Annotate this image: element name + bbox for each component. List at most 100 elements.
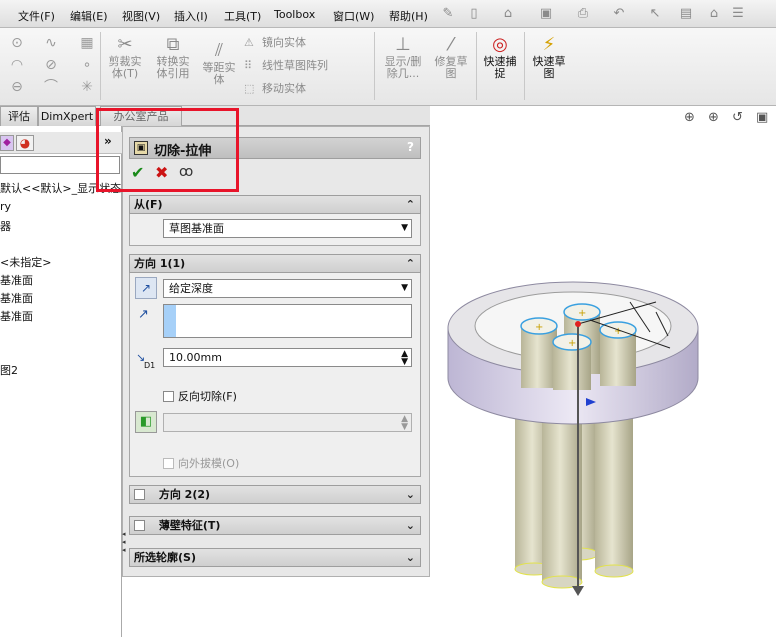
from-select[interactable]: 草图基准面 ▼: [163, 219, 412, 238]
collapse-icon[interactable]: ⌃: [406, 196, 415, 213]
draft-outward-checkbox[interactable]: 向外拔模(O): [163, 455, 239, 471]
star-icon[interactable]: ✳: [78, 78, 96, 96]
arc-icon[interactable]: ◠: [8, 56, 26, 74]
menu-edit[interactable]: 编辑(E): [70, 8, 108, 24]
select-icon[interactable]: ↖: [647, 6, 663, 22]
expand-icon[interactable]: ⌄: [406, 486, 415, 503]
menu-view[interactable]: 视图(V): [122, 8, 160, 24]
direction2-section-header[interactable]: 方向 2(2) ⌄: [129, 485, 421, 504]
rebuild-icon[interactable]: ▤: [678, 6, 694, 22]
spline-icon[interactable]: ∿: [42, 34, 60, 52]
collapse-icon[interactable]: ⌃: [406, 255, 415, 272]
spin-icon: ▲ ▼: [401, 414, 408, 432]
annotation-highlight-box: [96, 108, 239, 192]
tab-dimxpert[interactable]: DimXpert: [38, 106, 96, 126]
direction-vector-icon: ↗: [138, 307, 149, 322]
thin-feature-section-header[interactable]: 薄壁特征(T) ⌄: [129, 516, 421, 535]
expand-icon[interactable]: ⌄: [406, 517, 415, 534]
graphics-viewport[interactable]: ⊕ ⊕ ↺ ▣ + + + +: [430, 106, 776, 637]
trim-icon: ✂: [117, 34, 133, 55]
relations-icon: ⊥: [395, 34, 411, 55]
end-condition-select[interactable]: 给定深度 ▼: [163, 279, 412, 298]
selection-focus-bar: [164, 305, 176, 337]
flip-side-checkbox[interactable]: 反向切除(F): [163, 388, 237, 404]
pin-icon[interactable]: ✎: [440, 6, 456, 22]
selected-contours-section-header[interactable]: 所选轮廓(S) ⌄: [129, 548, 421, 567]
offset-entities-button[interactable]: ⫽ 等距实 体: [198, 40, 240, 86]
rapid-sketch-button[interactable]: ⚡ 快速草 图: [528, 34, 570, 80]
reverse-direction-icon[interactable]: ↗: [135, 277, 157, 299]
depth-input[interactable]: 10.00mm ▲ ▼: [163, 348, 412, 367]
menu-file[interactable]: 文件(F): [18, 8, 55, 24]
tree-material-item[interactable]: <未指定>: [0, 254, 51, 270]
menu-tools[interactable]: 工具(T): [224, 8, 261, 24]
menu-bar: 文件(F) 编辑(E) 视图(V) 插入(I) 工具(T) Toolbox 窗口…: [0, 0, 776, 28]
tree-history-item[interactable]: ry: [0, 200, 11, 213]
thin-feature-checkbox[interactable]: [134, 520, 145, 531]
offset-icon: ⫽: [214, 40, 224, 61]
splitter-handle[interactable]: ◂ ◂ ◂: [122, 530, 126, 554]
fillet-icon[interactable]: ⌒: [42, 78, 60, 96]
quick-snaps-button[interactable]: ◎ 快速捕 捉: [480, 34, 520, 80]
direction1-section-header[interactable]: 方向 1(1) ⌃: [129, 254, 421, 273]
tree-plane-item[interactable]: 基准面: [0, 290, 33, 306]
model-view: + + + +: [447, 281, 699, 596]
direction-selection-box[interactable]: [163, 304, 412, 338]
move-entities-button[interactable]: ⬚ 移动实体: [244, 80, 306, 96]
repair-sketch-button[interactable]: ⁄ 修复草 图: [430, 34, 472, 80]
linear-pattern-icon: ⠿: [244, 59, 253, 72]
draft-icon[interactable]: ◧: [135, 411, 157, 433]
feature-tree-panel: ◆ ◕ » 默认<<默认>_显示状态 ry 器 <未指定> 基准面 基准面 基准…: [0, 126, 122, 637]
svg-text:+: +: [568, 338, 576, 349]
svg-text:+: +: [535, 322, 543, 333]
display-manager-tab-icon[interactable]: ◕: [16, 135, 34, 151]
display-delete-relations-button[interactable]: ⊥ 显示/删 除几...: [380, 34, 426, 80]
save-icon[interactable]: ▣: [538, 6, 554, 22]
print-icon[interactable]: ⎙: [575, 6, 591, 22]
file-properties-icon[interactable]: ⌂: [706, 6, 722, 22]
property-manager: ▣ 切除-拉伸 ? ✔ ✖ ꝏ 从(F) ⌃ 草图基准面 ▼ 方向 1(1) ⌃…: [122, 126, 430, 577]
tab-evaluate[interactable]: 评估: [0, 106, 38, 126]
menu-window[interactable]: 窗口(W): [333, 8, 374, 24]
menu-toolbox[interactable]: Toolbox: [274, 8, 315, 21]
point-icon[interactable]: ∘: [78, 56, 96, 74]
svg-text:+: +: [614, 326, 622, 337]
from-section-body: 草图基准面 ▼: [129, 214, 421, 246]
text-icon[interactable]: ▦: [78, 34, 96, 52]
convert-icon: ⧉: [166, 34, 180, 55]
rapid-sketch-icon: ⚡: [542, 34, 556, 55]
slot-icon[interactable]: ⊖: [8, 78, 26, 96]
trim-entities-button[interactable]: ✂ 剪裁实 体(T): [104, 34, 146, 80]
menu-insert[interactable]: 插入(I): [174, 8, 208, 24]
tree-plane-item[interactable]: 基准面: [0, 308, 33, 324]
draft-angle-input[interactable]: ▲ ▼: [163, 413, 412, 432]
circle-icon[interactable]: ⊙: [8, 34, 26, 52]
property-manager-tab-icon[interactable]: ◆: [0, 135, 14, 151]
move-icon: ⬚: [244, 82, 255, 95]
help-button[interactable]: ?: [407, 140, 414, 154]
options-icon[interactable]: ☰: [730, 6, 746, 22]
menu-help[interactable]: 帮助(H): [389, 8, 428, 24]
new-file-icon[interactable]: ▯: [466, 6, 482, 22]
svg-text:+: +: [578, 308, 586, 319]
ellipse-icon[interactable]: ⊘: [42, 56, 60, 74]
direction2-checkbox[interactable]: [134, 489, 145, 500]
open-file-icon[interactable]: ⌂: [500, 6, 516, 22]
tree-sketch-item[interactable]: 图2: [0, 362, 18, 378]
mirror-entities-button[interactable]: ⚠ 镜向实体: [244, 34, 306, 50]
expand-icon[interactable]: ⌄: [406, 549, 415, 566]
direction1-section-body: ↗ 给定深度 ▼ ↗ ↘ D1 10.00mm ▲ ▼ 反向切除(F) ◧ ▲ ▼ …: [129, 273, 421, 477]
command-manager: ⊙ ∿ ◠ ⊘ ⊖ ⌒ ▦ ∘ ✳ ✂ 剪裁实 体(T) ⧉ 转换实 体引用 ⫽…: [0, 28, 776, 106]
depth-label: D1: [144, 361, 156, 370]
chevron-down-icon: ▼: [401, 283, 408, 293]
convert-entities-button[interactable]: ⧉ 转换实 体引用: [150, 34, 196, 80]
linear-pattern-button[interactable]: ⠿ 线性草图阵列: [244, 57, 328, 73]
undo-icon[interactable]: ↶: [611, 6, 627, 22]
snap-icon: ◎: [492, 34, 508, 55]
tree-plane-item[interactable]: 基准面: [0, 272, 33, 288]
chevron-down-icon: ▼: [401, 223, 408, 233]
mirror-icon: ⚠: [244, 36, 254, 49]
from-section-header[interactable]: 从(F) ⌃: [129, 195, 421, 214]
spin-icon[interactable]: ▲ ▼: [401, 350, 408, 367]
tree-sensors-item[interactable]: 器: [0, 218, 11, 234]
